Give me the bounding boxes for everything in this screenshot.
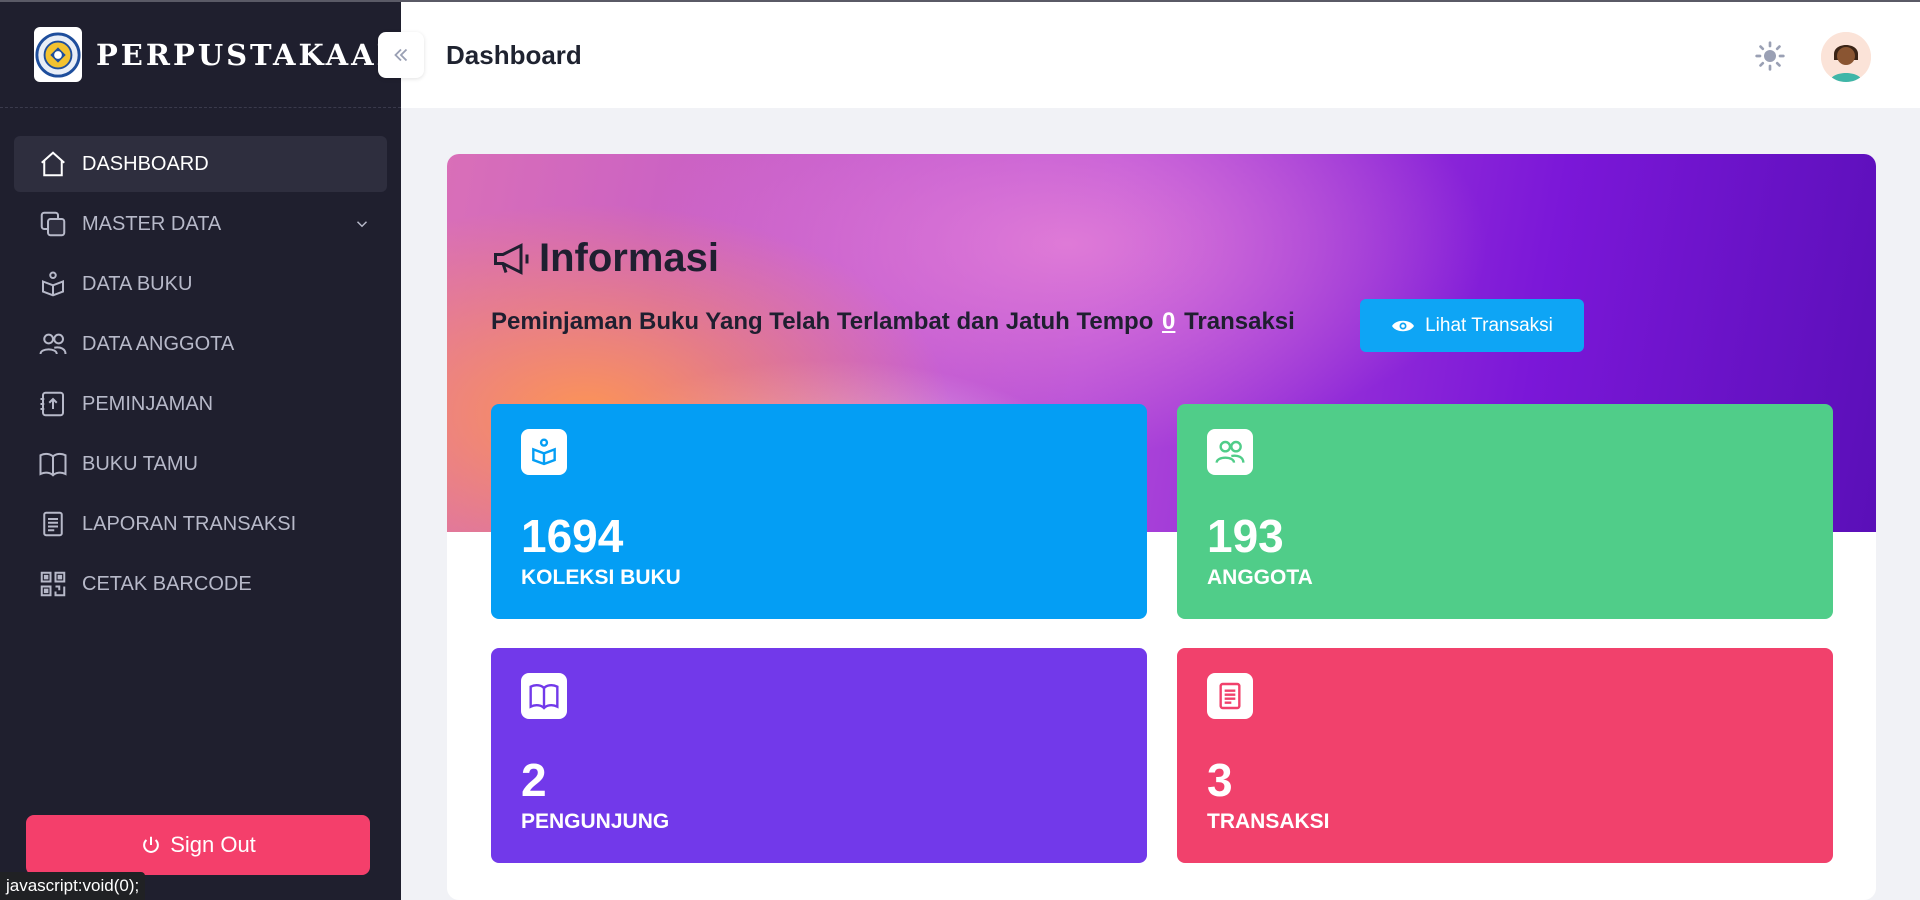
stat-value: 2 bbox=[521, 754, 547, 806]
stat-card-anggota[interactable]: 193 ANGGOTA bbox=[1177, 404, 1833, 619]
double-chevron-left-icon bbox=[394, 48, 408, 62]
sidebar-item-label: DATA BUKU bbox=[82, 272, 193, 295]
page-title: Dashboard bbox=[446, 40, 582, 70]
stat-card-transaksi[interactable]: 3 TRANSAKSI bbox=[1177, 648, 1833, 863]
eye-icon bbox=[1392, 320, 1415, 331]
stat-card-pengunjung[interactable]: 2 PENGUNJUNG bbox=[491, 648, 1147, 863]
sidebar-item-buku-tamu[interactable]: BUKU TAMU bbox=[14, 436, 387, 492]
overdue-count: 0 bbox=[1162, 308, 1176, 335]
stat-value: 3 bbox=[1207, 754, 1233, 806]
sidebar-item-peminjaman[interactable]: PEMINJAMAN bbox=[14, 376, 387, 432]
sun-icon[interactable] bbox=[1754, 40, 1786, 72]
stat-icon-box bbox=[521, 673, 567, 719]
stat-icon-box bbox=[521, 429, 567, 475]
upload-doc-icon bbox=[40, 391, 64, 417]
stat-value: 193 bbox=[1207, 510, 1284, 562]
view-transactions-label: Lihat Transaksi bbox=[1425, 314, 1553, 336]
view-transactions-button[interactable]: Lihat Transaksi bbox=[1360, 299, 1584, 352]
sidebar-item-label: DATA ANGGOTA bbox=[82, 332, 235, 355]
sidebar-item-label: BUKU TAMU bbox=[82, 452, 198, 475]
sidebar-item-cetak-barcode[interactable]: CETAK BARCODE bbox=[14, 556, 387, 612]
document-icon bbox=[1219, 682, 1241, 710]
sidebar: PERPUSTAKAAN DASHBOARD MASTER DATA DATA … bbox=[0, 0, 403, 900]
chevron-down-icon bbox=[356, 221, 368, 228]
sidebar-item-laporan-transaksi[interactable]: LAPORAN TRANSAKSI bbox=[14, 496, 387, 552]
power-icon bbox=[143, 836, 160, 853]
sidebar-nav: DASHBOARD MASTER DATA DATA BUKU DATA ANG… bbox=[0, 108, 401, 612]
stat-card-koleksi-buku[interactable]: 1694 KOLEKSI BUKU bbox=[491, 404, 1147, 619]
document-icon bbox=[43, 511, 63, 537]
users-icon bbox=[1215, 440, 1245, 464]
sidebar-item-label: MASTER DATA bbox=[82, 212, 222, 235]
sidebar-item-dashboard[interactable]: DASHBOARD bbox=[14, 136, 387, 192]
sidebar-item-label: CETAK BARCODE bbox=[82, 572, 252, 595]
user-avatar[interactable] bbox=[1821, 32, 1871, 82]
open-book-icon bbox=[39, 452, 67, 477]
overdue-text: Peminjaman Buku Yang Telah Terlambat dan… bbox=[491, 308, 1154, 335]
stat-icon-box bbox=[1207, 673, 1253, 719]
overdue-info: Peminjaman Buku Yang Telah Terlambat dan… bbox=[491, 308, 1295, 336]
stat-icon-box bbox=[1207, 429, 1253, 475]
brand-name: PERPUSTAKAAN bbox=[96, 37, 407, 72]
qrcode-icon bbox=[40, 571, 66, 597]
brand[interactable]: PERPUSTAKAAN bbox=[0, 2, 403, 108]
layers-icon bbox=[40, 211, 66, 237]
book-reader-icon bbox=[42, 271, 64, 297]
stat-label: TRANSAKSI bbox=[1207, 810, 1330, 833]
sign-out-label: Sign Out bbox=[170, 832, 256, 857]
sidebar-item-data-buku[interactable]: DATA BUKU bbox=[14, 256, 387, 312]
sidebar-item-master-data[interactable]: MASTER DATA bbox=[14, 196, 387, 252]
sidebar-item-data-anggota[interactable]: DATA ANGGOTA bbox=[14, 316, 387, 372]
stat-label: ANGGOTA bbox=[1207, 566, 1313, 589]
book-reader-icon bbox=[532, 438, 556, 466]
library-logo bbox=[34, 27, 82, 82]
collapse-sidebar-button[interactable] bbox=[378, 32, 424, 78]
stat-label: PENGUNJUNG bbox=[521, 810, 670, 833]
sign-out-button[interactable]: Sign Out bbox=[26, 815, 370, 875]
top-header: Dashboard bbox=[401, 0, 1920, 108]
info-title-text: Informasi bbox=[539, 236, 720, 280]
overdue-unit: Transaksi bbox=[1184, 308, 1295, 335]
users-icon bbox=[39, 333, 67, 355]
info-title: Informasi bbox=[491, 236, 719, 281]
dashboard-card: Informasi Peminjaman Buku Yang Telah Ter… bbox=[447, 154, 1876, 900]
sidebar-item-label: PEMINJAMAN bbox=[82, 392, 214, 415]
status-bar-url: javascript:void(0); bbox=[0, 872, 146, 900]
stat-value: 1694 bbox=[521, 510, 624, 562]
sidebar-item-label: DASHBOARD bbox=[82, 152, 209, 175]
sidebar-item-label: LAPORAN TRANSAKSI bbox=[82, 512, 297, 535]
home-icon bbox=[41, 151, 65, 177]
stat-label: KOLEKSI BUKU bbox=[521, 566, 681, 589]
open-book-icon bbox=[529, 684, 559, 710]
megaphone-icon bbox=[494, 242, 529, 275]
